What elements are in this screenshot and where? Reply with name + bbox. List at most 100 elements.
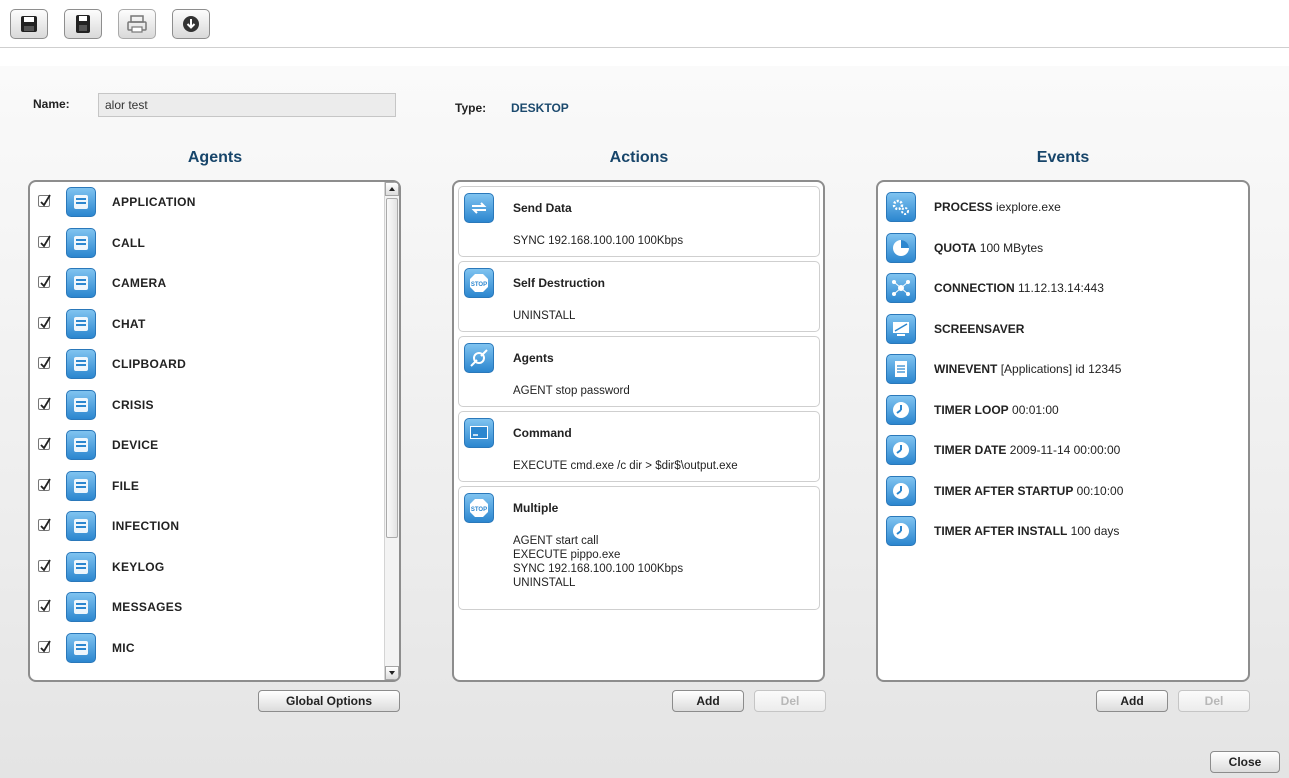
action-detail: SYNC 192.168.100.100 100Kbps [513,563,684,575]
event-row-screensaver[interactable]: SCREENSAVER [878,309,1248,349]
name-input[interactable] [98,93,396,117]
actions-del-button[interactable]: Del [754,690,826,712]
event-name: PROCESS [934,200,993,214]
agent-label: KEYLOG [112,559,165,574]
agent-row-crisis[interactable]: CRISIS [30,385,380,425]
events-list[interactable]: PROCESS iexplore.exe QUOTA 100 MBytes CONN… [876,180,1250,682]
action-title: Agents [513,351,554,365]
action-title: Multiple [513,501,559,515]
agents-scrollbar[interactable] [384,182,399,680]
agent-row-file[interactable]: FILE [30,466,380,506]
agent-row-clipboard[interactable]: CLIPBOARD [30,344,380,384]
event-row-timer-after-install[interactable]: TIMER AFTER INSTALL 100 days [878,511,1248,551]
application-icon [66,187,96,217]
event-row-quota[interactable]: QUOTA 100 MBytes [878,228,1248,268]
events-add-button[interactable]: Add [1096,690,1168,712]
agents-title: Agents [187,149,243,166]
file-icon [66,470,96,501]
infection-icon [66,511,96,541]
agent-checkbox[interactable] [38,194,51,207]
crisis-icon [66,389,96,420]
event-row-timer-loop[interactable]: TIMER LOOP 00:01:00 [878,390,1248,430]
events-del-button[interactable]: Del [1178,690,1250,712]
agent-checkbox[interactable] [38,275,51,288]
action-card-self-destruction[interactable]: STOP Self Destruction UNINSTALL [458,261,820,332]
call-icon [66,227,96,258]
event-row-timer-date[interactable]: TIMER DATE 2009-11-14 00:00:00 [878,430,1248,470]
save-button[interactable] [10,9,48,39]
action-title: Command [513,426,572,440]
action-detail: SYNC 192.168.100.100 100Kbps [513,235,684,247]
download-button[interactable] [172,9,210,39]
agent-label: CALL [112,235,146,250]
agent-row-device[interactable]: DEVICE [30,425,380,465]
event-detail: 00:10:00 [1076,483,1124,498]
connection-icon [886,273,916,303]
clock-icon [886,435,916,465]
agent-row-mic[interactable]: MIC [30,628,380,668]
agent-checkbox[interactable] [38,518,51,531]
svg-text:STOP: STOP [471,507,487,513]
agent-row-messages[interactable]: MESSAGES [30,587,380,627]
action-detail: AGENT stop password [513,385,630,397]
agent-checkbox[interactable] [38,397,51,410]
agent-label: CHAT [112,316,146,331]
agent-row-camera[interactable]: CAMERA [30,263,380,303]
mic-icon [66,632,96,663]
event-row-process[interactable]: PROCESS iexplore.exe [878,187,1248,227]
name-label: Name: [33,97,70,111]
agent-row-chat[interactable]: CHAT [30,304,380,344]
scroll-down-arrow[interactable] [385,666,399,680]
device-icon [66,430,96,460]
agent-checkbox[interactable] [38,356,51,369]
action-detail: AGENT start call [513,535,599,547]
agent-label: CRISIS [112,397,154,412]
agent-label: CAMERA [112,276,167,290]
clock-icon [886,475,916,506]
winevent-icon [886,354,916,384]
agent-checkbox[interactable] [38,437,51,450]
agent-row-keylog[interactable]: KEYLOG [30,547,380,587]
agent-checkbox[interactable] [38,599,51,612]
event-row-connection[interactable]: CONNECTION 11.12.13.14:443 [878,268,1248,308]
save-as-icon [76,15,90,33]
agent-row-call[interactable]: CALL [30,223,380,263]
action-detail: EXECUTE pippo.exe [513,549,621,561]
print-button[interactable] [118,9,156,39]
agent-checkbox[interactable] [38,316,51,329]
event-text: TIMER AFTER INSTALL 100 days [934,524,1119,538]
action-title: Send Data [513,201,572,215]
save-as-button[interactable] [64,9,102,39]
events-title: Events [1036,149,1090,166]
close-button[interactable]: Close [1210,751,1280,773]
agent-label: INFECTION [112,519,180,533]
agents-list[interactable]: APPLICATION CALL CAMERA CHAT CLIPBOARD CRISIS… [28,180,401,682]
event-row-winevent[interactable]: WINEVENT [Applications] id 12345 [878,349,1248,389]
action-card-agents[interactable]: Agents AGENT stop password [458,336,820,407]
svg-text:STOP: STOP [471,282,487,288]
event-name: TIMER LOOP [934,402,1009,417]
keylog-icon [66,551,96,582]
event-name: TIMER AFTER INSTALL [934,524,1068,538]
save-icon [21,16,37,32]
agent-checkbox[interactable] [38,478,51,491]
agent-checkbox[interactable] [38,235,51,248]
scroll-up-arrow[interactable] [385,182,399,196]
scroll-thumb[interactable] [386,198,398,538]
agent-label: FILE [112,478,140,493]
stop-icon: STOP [464,493,494,523]
agent-label: DEVICE [112,438,159,452]
action-card-multiple[interactable]: STOP Multiple AGENT start call EXECUTE pipp… [458,486,820,610]
actions-add-button[interactable]: Add [672,690,744,712]
action-card-send-data[interactable]: Send Data SYNC 192.168.100.100 100Kbps [458,186,820,257]
event-name: TIMER DATE [934,443,1007,457]
event-text: SCREENSAVER [934,322,1024,336]
action-card-command[interactable]: Command EXECUTE cmd.exe /c dir > $dir$\ou… [458,411,820,482]
actions-list[interactable]: Send Data SYNC 192.168.100.100 100Kbps STO… [452,180,825,682]
agent-checkbox[interactable] [38,640,51,653]
global-options-button[interactable]: Global Options [258,690,400,712]
agent-row-application[interactable]: APPLICATION [30,182,380,222]
agent-row-infection[interactable]: INFECTION [30,506,380,546]
event-row-timer-after-startup[interactable]: TIMER AFTER STARTUP 00:10:00 [878,471,1248,511]
agent-checkbox[interactable] [38,559,51,572]
